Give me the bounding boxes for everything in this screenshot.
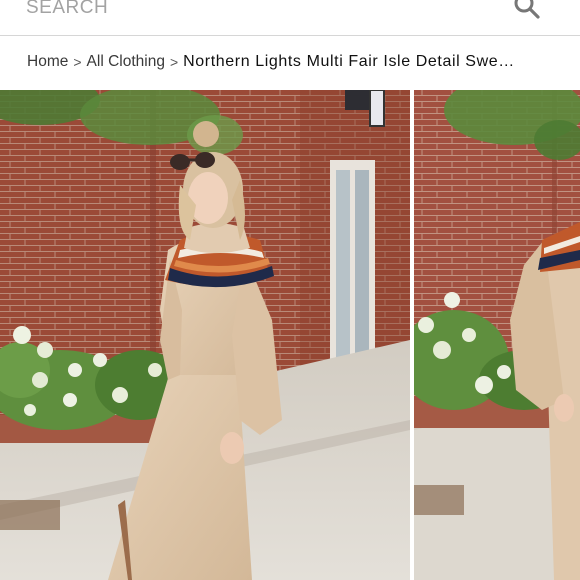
breadcrumb-category-link[interactable]: All Clothing [87, 53, 165, 71]
product-photo-next[interactable] [414, 90, 580, 580]
search-bar [0, 0, 580, 36]
breadcrumb-home-link[interactable]: Home [27, 53, 68, 71]
product-image-gallery[interactable] [0, 90, 580, 580]
breadcrumb-separator: > [73, 54, 82, 70]
breadcrumb: Home > All Clothing > Northern Lights Mu… [27, 51, 567, 73]
search-input[interactable] [26, 0, 496, 22]
search-button[interactable] [510, 0, 544, 22]
search-icon [514, 0, 540, 19]
breadcrumb-separator: > [169, 54, 179, 70]
breadcrumb-current-product: Northern Lights Multi Fair Isle Detail S… [183, 53, 515, 70]
product-photo-main[interactable] [0, 90, 410, 580]
